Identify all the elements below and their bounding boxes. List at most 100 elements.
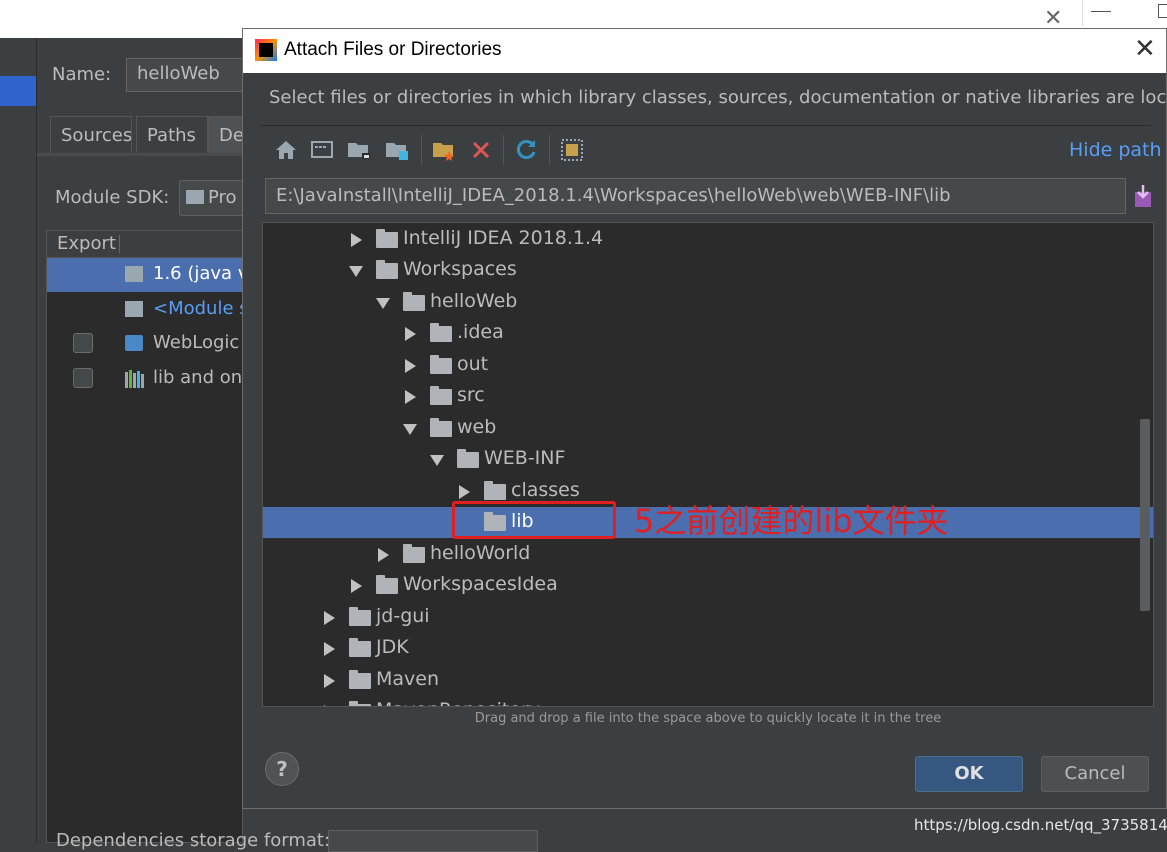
- folder-icon: [349, 670, 371, 689]
- dialog-titlebar: Attach Files or Directories ✕: [243, 29, 1166, 73]
- refresh-icon[interactable]: [513, 137, 539, 163]
- storage-format-label: Dependencies storage format:: [56, 830, 331, 851]
- module-source-icon: [125, 301, 143, 317]
- name-input[interactable]: helloWeb: [126, 58, 244, 92]
- collapse-arrow-icon[interactable]: [430, 455, 444, 466]
- desktop-icon[interactable]: [309, 137, 335, 163]
- expand-arrow-icon[interactable]: [405, 390, 416, 404]
- tree-node-label: Workspaces: [403, 258, 517, 280]
- attach-files-dialog: Attach Files or Directories ✕ Select fil…: [242, 28, 1167, 809]
- folder-icon: [484, 481, 506, 500]
- tree-node[interactable]: helloWeb: [263, 287, 1153, 318]
- path-input[interactable]: E:\JavaInstall\IntelliJ_IDEA_2018.1.4\Wo…: [265, 178, 1126, 214]
- column-divider: [119, 235, 120, 253]
- expand-arrow-icon[interactable]: [324, 674, 335, 688]
- tree-node-label: out: [457, 353, 489, 375]
- tree-node[interactable]: IntelliJ IDEA 2018.1.4: [263, 224, 1153, 255]
- dependencies-table: Export 1.6 (java ve <Module s WebLogic l…: [46, 230, 260, 843]
- tree-node[interactable]: web: [263, 413, 1153, 444]
- new-folder-icon[interactable]: [431, 137, 457, 163]
- collapse-arrow-icon[interactable]: [349, 266, 363, 277]
- delete-icon[interactable]: [468, 137, 494, 163]
- cancel-button[interactable]: Cancel: [1041, 756, 1149, 792]
- tree-node-label: helloWeb: [430, 290, 518, 312]
- tree-node[interactable]: JDK: [263, 633, 1153, 664]
- folder-icon: [430, 418, 452, 437]
- annotation-text: 5之前创建的lib文件夹: [634, 502, 949, 540]
- expand-arrow-icon[interactable]: [324, 611, 335, 625]
- tree-node[interactable]: WorkspacesIdea: [263, 570, 1153, 601]
- tree-node-label: jd-gui: [376, 605, 430, 627]
- table-row[interactable]: lib and one: [47, 362, 253, 396]
- table-row-label: lib and one: [153, 367, 254, 388]
- background-maximize-icon[interactable]: [1158, 4, 1167, 18]
- close-icon[interactable]: ✕: [1134, 36, 1156, 62]
- tree-node[interactable]: helloWorld: [263, 539, 1153, 570]
- tree-node-label: helloWorld: [430, 542, 531, 564]
- tree-node[interactable]: Workspaces: [263, 255, 1153, 286]
- module-sdk-select[interactable]: Pro: [179, 180, 249, 216]
- export-checkbox[interactable]: [73, 333, 93, 353]
- intellij-logo-icon: [255, 39, 277, 61]
- toolbar-separator: [549, 135, 550, 165]
- tree-node-label: src: [457, 384, 485, 406]
- tree-node-label: WEB-INF: [484, 447, 566, 469]
- tree-node[interactable]: .idea: [263, 318, 1153, 349]
- expand-arrow-icon[interactable]: [351, 233, 362, 247]
- tree-node-label: WorkspacesIdea: [403, 573, 558, 595]
- expand-arrow-icon[interactable]: [324, 642, 335, 656]
- background-left-sidebar-selected-item[interactable]: [0, 76, 36, 106]
- show-hidden-icon[interactable]: [559, 137, 585, 163]
- tree-scrollbar[interactable]: [1140, 419, 1150, 611]
- name-label: Name:: [52, 64, 112, 85]
- tree-node[interactable]: out: [263, 350, 1153, 381]
- hide-path-link[interactable]: Hide path: [1069, 139, 1162, 161]
- tree-node-label: web: [457, 416, 497, 438]
- sdk-folder-icon: [186, 190, 204, 204]
- tree-node[interactable]: Maven: [263, 665, 1153, 696]
- file-tree[interactable]: IntelliJ IDEA 2018.1.4 Workspaces helloW…: [262, 222, 1154, 707]
- expand-arrow-icon[interactable]: [351, 579, 362, 593]
- table-row[interactable]: WebLogic: [47, 327, 242, 361]
- drag-drop-hint: Drag and drop a file into the space abov…: [474, 711, 942, 726]
- folder-icon: [430, 323, 452, 342]
- collapse-arrow-icon[interactable]: [376, 298, 390, 309]
- tabs-underline: [37, 153, 243, 156]
- home-icon[interactable]: [273, 137, 299, 163]
- tree-node-label: classes: [511, 479, 580, 501]
- module-sdk-value: Pro: [208, 187, 237, 208]
- module-folder-icon[interactable]: [384, 137, 410, 163]
- table-row[interactable]: <Module s: [47, 293, 249, 327]
- expand-arrow-icon[interactable]: [405, 327, 416, 341]
- folder-icon: [430, 355, 452, 374]
- tree-node[interactable]: src: [263, 381, 1153, 412]
- project-folder-icon[interactable]: [346, 137, 372, 163]
- tree-node-label: Maven: [376, 668, 440, 690]
- folder-icon: [430, 386, 452, 405]
- tab-sources[interactable]: Sources: [50, 116, 132, 154]
- module-sdk-label: Module SDK:: [55, 187, 170, 208]
- tab-paths[interactable]: Paths: [136, 116, 208, 154]
- tree-node[interactable]: MavenRepository: [263, 696, 1153, 706]
- path-history-icon[interactable]: [1132, 183, 1154, 209]
- tree-node[interactable]: jd-gui: [263, 602, 1153, 633]
- tree-node[interactable]: WEB-INF: [263, 444, 1153, 475]
- expand-arrow-icon[interactable]: [324, 705, 335, 706]
- expand-arrow-icon[interactable]: [378, 548, 389, 562]
- watermark: https://blog.csdn.net/qq_37358143: [914, 816, 1167, 834]
- export-checkbox[interactable]: [73, 368, 93, 388]
- help-button[interactable]: ?: [265, 752, 299, 786]
- collapse-arrow-icon[interactable]: [403, 424, 417, 435]
- storage-format-select[interactable]: [328, 830, 538, 852]
- background-left-sidebar: [0, 38, 37, 843]
- background-minimize-icon[interactable]: [1082, 0, 1143, 26]
- ok-button[interactable]: OK: [915, 756, 1023, 792]
- expand-arrow-icon[interactable]: [405, 359, 416, 373]
- annotation-highlight-box: [452, 501, 616, 539]
- weblogic-icon: [125, 335, 143, 351]
- table-row[interactable]: 1.6 (java ve: [47, 258, 260, 292]
- dialog-description: Select files or directories in which lib…: [269, 87, 1167, 108]
- export-column-header[interactable]: Export: [57, 233, 116, 254]
- expand-arrow-icon[interactable]: [459, 485, 470, 499]
- jdk-folder-icon: [125, 266, 143, 282]
